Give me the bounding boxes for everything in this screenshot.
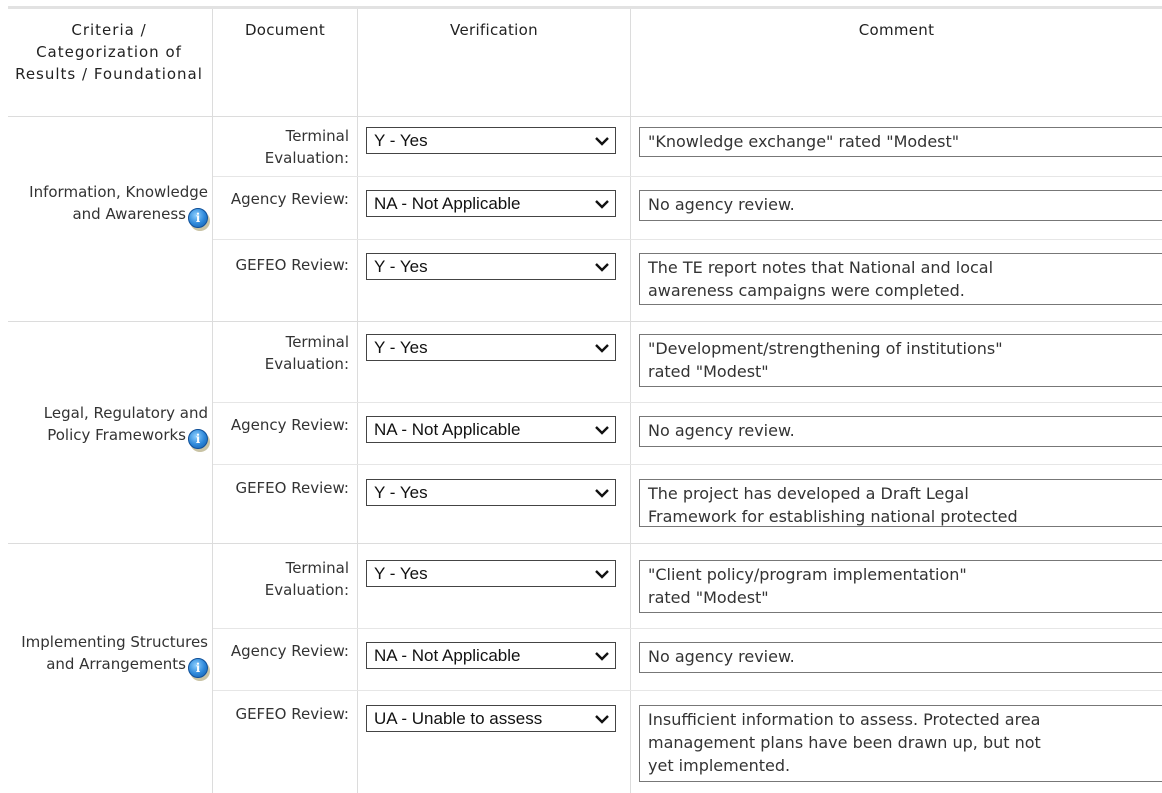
- row-divider: [213, 690, 1162, 691]
- header-criteria: Criteria / Categorization of Results / F…: [15, 21, 203, 83]
- criteria-information-knowledge-awareness: Information, Knowledge and Awareness i: [8, 181, 208, 228]
- doc-label-agency-review: Agency Review:: [230, 416, 349, 434]
- verification-select-agency[interactable]: NA - Not Applicable: [366, 642, 616, 669]
- comment-field-agency[interactable]: No agency review.: [639, 416, 1162, 447]
- criteria-label: Implementing Structures and Arrangements: [21, 633, 208, 673]
- chevron-down-icon: [595, 200, 609, 209]
- chevron-down-icon: [595, 137, 609, 146]
- verification-select-terminal[interactable]: Y - Yes: [366, 560, 616, 587]
- select-value: Y - Yes: [374, 483, 428, 502]
- row-divider: [213, 628, 1162, 629]
- verification-select-agency[interactable]: NA - Not Applicable: [366, 190, 616, 217]
- select-value: Y - Yes: [374, 131, 428, 150]
- criteria-label: Information, Knowledge and Awareness: [29, 183, 208, 223]
- chevron-down-icon: [595, 715, 609, 724]
- comment-field-agency[interactable]: No agency review.: [639, 642, 1162, 673]
- doc-label-agency-review: Agency Review:: [230, 190, 349, 208]
- info-icon[interactable]: i: [188, 208, 208, 228]
- verification-select-agency[interactable]: NA - Not Applicable: [366, 416, 616, 443]
- info-icon[interactable]: i: [188, 658, 208, 678]
- group-divider: [8, 543, 1162, 544]
- header-verification: Verification: [450, 21, 538, 39]
- comment-field-terminal[interactable]: "Client policy/program implementation" r…: [639, 560, 1162, 613]
- doc-label-gefeo-review: GEFEO Review:: [235, 705, 349, 723]
- criteria-implementing-structures: Implementing Structures and Arrangements…: [8, 631, 208, 678]
- column-divider: [212, 9, 213, 793]
- comment-field-agency[interactable]: No agency review.: [639, 190, 1162, 221]
- select-value: NA - Not Applicable: [374, 646, 521, 665]
- chevron-down-icon: [595, 570, 609, 579]
- verification-select-gefeo[interactable]: Y - Yes: [366, 253, 616, 280]
- table-top-border: [8, 6, 1162, 9]
- select-value: UA - Unable to assess: [374, 709, 543, 728]
- group-divider: [8, 321, 1162, 322]
- group-divider: [8, 116, 1162, 117]
- row-divider: [213, 464, 1162, 465]
- verification-select-terminal[interactable]: Y - Yes: [366, 334, 616, 361]
- chevron-down-icon: [595, 263, 609, 272]
- criteria-label: Legal, Regulatory and Policy Frameworks: [43, 404, 208, 444]
- comment-field-gefeo[interactable]: The TE report notes that National and lo…: [639, 253, 1162, 305]
- verification-select-gefeo[interactable]: UA - Unable to assess: [366, 705, 616, 732]
- info-icon[interactable]: i: [188, 429, 208, 449]
- select-value: Y - Yes: [374, 257, 428, 276]
- select-value: NA - Not Applicable: [374, 194, 521, 213]
- column-divider: [357, 9, 358, 793]
- column-divider: [630, 9, 631, 793]
- comment-field-terminal[interactable]: "Knowledge exchange" rated "Modest": [639, 127, 1162, 157]
- comment-field-terminal[interactable]: "Development/strengthening of institutio…: [639, 334, 1162, 387]
- chevron-down-icon: [595, 344, 609, 353]
- doc-label-agency-review: Agency Review:: [230, 642, 349, 660]
- doc-label-terminal-evaluation: Terminal Evaluation:: [264, 559, 349, 599]
- doc-label-terminal-evaluation: Terminal Evaluation:: [264, 127, 349, 167]
- select-value: NA - Not Applicable: [374, 420, 521, 439]
- doc-label-gefeo-review: GEFEO Review:: [235, 479, 349, 497]
- chevron-down-icon: [595, 489, 609, 498]
- comment-field-gefeo[interactable]: Insufficient information to assess. Prot…: [639, 705, 1162, 782]
- row-divider: [213, 239, 1162, 240]
- chevron-down-icon: [595, 652, 609, 661]
- header-document: Document: [244, 21, 326, 39]
- verification-select-terminal[interactable]: Y - Yes: [366, 127, 616, 154]
- comment-field-gefeo[interactable]: The project has developed a Draft Legal …: [639, 479, 1162, 527]
- doc-label-gefeo-review: GEFEO Review:: [235, 256, 349, 274]
- chevron-down-icon: [595, 426, 609, 435]
- row-divider: [213, 176, 1162, 177]
- doc-label-terminal-evaluation: Terminal Evaluation:: [264, 333, 349, 373]
- select-value: Y - Yes: [374, 338, 428, 357]
- criteria-legal-regulatory-policy: Legal, Regulatory and Policy Frameworks i: [8, 402, 208, 449]
- verification-select-gefeo[interactable]: Y - Yes: [366, 479, 616, 506]
- header-comment: Comment: [858, 21, 935, 39]
- select-value: Y - Yes: [374, 564, 428, 583]
- row-divider: [213, 402, 1162, 403]
